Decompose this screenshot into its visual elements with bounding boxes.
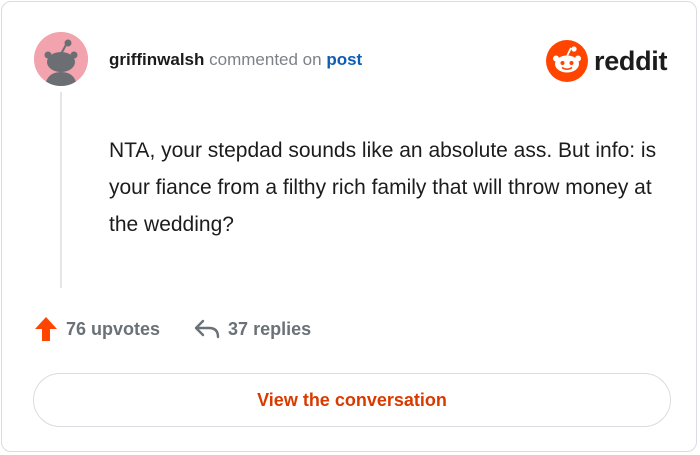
comment-header: griffinwalsh commented on post	[109, 50, 362, 70]
avatar[interactable]	[34, 32, 88, 86]
reply-arrow-icon	[194, 319, 220, 339]
comment-stats: 76 upvotes 37 replies	[34, 315, 311, 343]
replies-label: 37 replies	[228, 318, 312, 339]
view-conversation-button[interactable]: View the conversation	[33, 373, 671, 427]
username-link[interactable]: griffinwalsh	[109, 50, 204, 69]
upvotes-stat[interactable]: 76 upvotes	[34, 316, 160, 342]
comment-body: NTA, your stepdad sounds like an absolut…	[109, 139, 657, 236]
upvotes-label: 76 upvotes	[66, 318, 161, 339]
reddit-wordmark: reddit	[594, 45, 668, 76]
action-text: commented on	[209, 50, 322, 69]
thread-line	[60, 92, 62, 288]
reddit-snoo-icon	[546, 40, 588, 82]
replies-stat[interactable]: 37 replies	[194, 318, 311, 340]
post-link[interactable]: post	[326, 50, 362, 69]
view-conversation-label: View the conversation	[257, 389, 447, 410]
upvote-arrow-icon	[35, 317, 57, 341]
reddit-logo[interactable]: reddit	[546, 40, 668, 82]
embedded-comment-card: griffinwalsh commented on post reddit NT…	[1, 1, 697, 452]
snoo-avatar-icon	[34, 32, 88, 86]
